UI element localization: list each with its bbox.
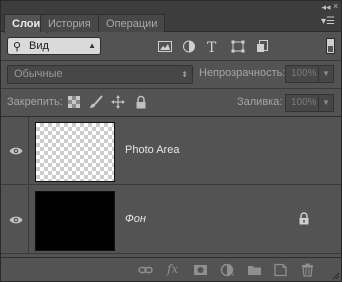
filter-kind-label: Вид (29, 40, 49, 52)
lock-position-icon[interactable] (111, 95, 125, 109)
resize-grip-icon[interactable] (332, 272, 340, 280)
filter-kind-select[interactable]: ⚲ Вид ▲ (7, 37, 101, 55)
layer-thumbnail[interactable] (35, 122, 115, 182)
layer-name[interactable]: Фон (125, 213, 146, 225)
delete-layer-icon[interactable] (300, 263, 315, 277)
opacity-label: Непрозрачность: (199, 67, 286, 79)
layer-thumbnail[interactable] (35, 191, 115, 251)
layer-name[interactable]: Photo Area (125, 144, 179, 156)
close-panel-icon[interactable]: × (333, 1, 341, 12)
add-mask-icon[interactable] (193, 263, 208, 277)
opacity-dropdown-button[interactable]: ▼ (318, 65, 334, 83)
new-group-icon[interactable] (247, 263, 262, 277)
filter-toggle-icon[interactable] (326, 38, 335, 54)
pixel-filter-icon[interactable] (158, 40, 172, 53)
lock-label: Закрепить: (7, 96, 63, 108)
type-filter-icon[interactable]: T (206, 40, 220, 53)
new-layer-icon[interactable] (273, 263, 288, 277)
shape-filter-icon[interactable] (231, 40, 245, 53)
lock-image-pixels-icon[interactable] (89, 95, 103, 109)
link-layers-icon[interactable] (138, 263, 153, 277)
svg-text:T: T (207, 40, 217, 53)
layers-list: Photo Area Фон (1, 116, 341, 256)
chevron-updown-icon: ▲ (88, 41, 96, 50)
panel-tab-bar: Слои История Операции ▾☰ (1, 13, 341, 33)
fx-icon[interactable]: fx (167, 262, 178, 276)
collapse-panel-icon[interactable]: ◂◂ (319, 2, 333, 12)
lock-icon (299, 212, 309, 225)
lock-row: Закрепить: Заливка: 100% ▼ (1, 89, 341, 115)
panel-title-strip: ◂◂ × (1, 1, 341, 13)
new-adjustment-layer-icon[interactable] (220, 263, 235, 277)
layer-filter-row: ⚲ Вид ▲ T (1, 32, 341, 60)
visibility-cell[interactable] (1, 117, 29, 185)
fill-label: Заливка: (237, 96, 283, 108)
blend-mode-select[interactable]: Обычные ⬍ (7, 65, 193, 84)
layers-bottom-bar: fx (1, 257, 341, 281)
lock-transparent-pixels-icon[interactable] (67, 95, 81, 109)
tab-actions[interactable]: Операции (98, 14, 166, 32)
layer-row[interactable]: Фон (1, 186, 341, 254)
eye-icon[interactable] (9, 215, 23, 225)
blend-row: Обычные ⬍ Непрозрачность: 100% ▼ (1, 61, 341, 87)
opacity-field[interactable]: 100% (285, 65, 319, 83)
eye-icon[interactable] (9, 146, 23, 156)
adjustment-filter-icon[interactable] (182, 40, 196, 53)
fill-field[interactable]: 100% (285, 94, 319, 112)
layer-row[interactable]: Photo Area (1, 117, 341, 185)
smart-object-filter-icon[interactable] (256, 40, 270, 53)
layers-panel: ◂◂ × Слои История Операции ▾☰ ⚲ Вид ▲ T (0, 0, 342, 282)
search-icon: ⚲ (13, 41, 22, 53)
visibility-cell[interactable] (1, 186, 29, 254)
blend-mode-value: Обычные (14, 68, 63, 80)
tab-history[interactable]: История (40, 14, 99, 32)
lock-all-icon[interactable] (134, 95, 148, 109)
fill-dropdown-button[interactable]: ▼ (318, 94, 334, 112)
panel-menu-icon[interactable]: ▾☰ (321, 16, 335, 28)
chevron-updown-icon: ⬍ (181, 70, 188, 79)
